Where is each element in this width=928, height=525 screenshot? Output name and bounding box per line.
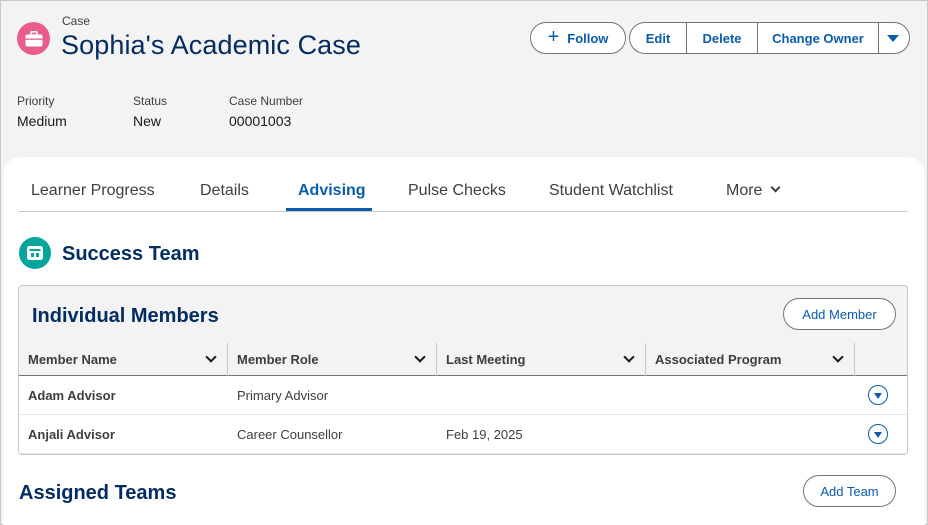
tab-bar: Learner Progress Details Advising Pulse …	[19, 178, 908, 212]
chevron-down-icon	[771, 182, 781, 193]
tab-more-label: More	[726, 182, 763, 199]
field-value: New	[133, 113, 162, 129]
caret-down-icon	[874, 432, 882, 438]
field-value: 00001003	[229, 113, 292, 129]
chevron-down-icon[interactable]	[623, 350, 635, 363]
individual-members-panel: Individual Members Add Member Member Nam…	[18, 285, 908, 455]
column-label: Member Role	[237, 352, 319, 367]
tab-pulse-checks[interactable]: Pulse Checks	[408, 182, 506, 200]
tab-learner-progress[interactable]: Learner Progress	[31, 182, 155, 200]
field-priority: Priority Medium	[17, 94, 67, 129]
field-label: Status	[133, 94, 168, 108]
cell-associated-program	[646, 415, 855, 453]
tab-details[interactable]: Details	[200, 182, 249, 200]
column-header-last-meeting[interactable]: Last Meeting	[437, 343, 646, 376]
field-label: Case Number	[229, 94, 304, 108]
column-header-member-name[interactable]: Member Name	[19, 343, 228, 376]
cell-last-meeting: Feb 19, 2025	[446, 426, 523, 442]
object-label: Case	[62, 14, 91, 28]
page-title: Sophia's Academic Case	[61, 30, 362, 60]
record-content-card: Learner Progress Details Advising Pulse …	[3, 157, 925, 525]
table-header: Member Name Member Role Last Meeting Ass…	[19, 343, 907, 376]
team-icon	[19, 237, 51, 269]
plus-icon: +	[547, 25, 560, 48]
column-header-associated-program[interactable]: Associated Program	[646, 343, 855, 376]
cell-member-name: Anjali Advisor	[28, 426, 115, 442]
section-title: Success Team	[62, 243, 200, 265]
column-label: Associated Program	[655, 352, 782, 367]
tab-advising[interactable]: Advising	[298, 182, 366, 200]
field-label: Priority	[17, 94, 55, 108]
record-header: Case Sophia's Academic Case + Follow Edi…	[1, 1, 927, 161]
row-actions-button[interactable]	[868, 385, 888, 405]
edit-button[interactable]: Edit	[629, 22, 686, 54]
field-case-number: Case Number 00001003	[229, 94, 303, 129]
delete-button[interactable]: Delete	[686, 22, 757, 54]
table-row: Adam Advisor Primary Advisor	[19, 376, 907, 415]
more-actions-button[interactable]	[878, 22, 910, 54]
record-actions-group: Edit Delete Change Owner	[629, 22, 910, 54]
column-label: Last Meeting	[446, 352, 526, 367]
briefcase-icon	[17, 22, 50, 55]
change-owner-button[interactable]: Change Owner	[757, 22, 878, 54]
chevron-down-icon[interactable]	[414, 350, 426, 363]
cell-member-role: Career Counsellor	[237, 426, 343, 442]
chevron-down-icon[interactable]	[832, 350, 844, 363]
add-member-button[interactable]: Add Member	[783, 298, 896, 330]
cell-member-name: Adam Advisor	[28, 387, 116, 403]
follow-label: Follow	[567, 30, 609, 46]
follow-button[interactable]: + Follow	[530, 22, 626, 54]
column-header-member-role[interactable]: Member Role	[228, 343, 437, 376]
chevron-down-icon[interactable]	[205, 350, 217, 363]
panel-title: Individual Members	[32, 305, 219, 327]
field-value: Medium	[17, 113, 67, 129]
members-table: Member Name Member Role Last Meeting Ass…	[19, 343, 907, 454]
cell-row-actions	[855, 376, 907, 414]
tab-more[interactable]: More	[726, 182, 781, 200]
caret-down-icon	[887, 34, 899, 42]
cell-member-role: Primary Advisor	[237, 387, 329, 403]
table-row: Anjali Advisor Career Counsellor Feb 19,…	[19, 415, 907, 454]
cell-associated-program	[646, 376, 855, 414]
section-title-assigned-teams: Assigned Teams	[19, 482, 177, 504]
caret-down-icon	[874, 393, 882, 399]
cell-row-actions	[855, 415, 907, 453]
column-label: Member Name	[28, 352, 117, 367]
active-tab-indicator	[286, 208, 372, 211]
tab-student-watchlist[interactable]: Student Watchlist	[549, 182, 673, 200]
add-team-button[interactable]: Add Team	[803, 475, 896, 507]
cell-last-meeting	[437, 376, 646, 414]
column-header-actions	[855, 343, 907, 376]
field-status: Status New	[133, 94, 167, 129]
row-actions-button[interactable]	[868, 424, 888, 444]
